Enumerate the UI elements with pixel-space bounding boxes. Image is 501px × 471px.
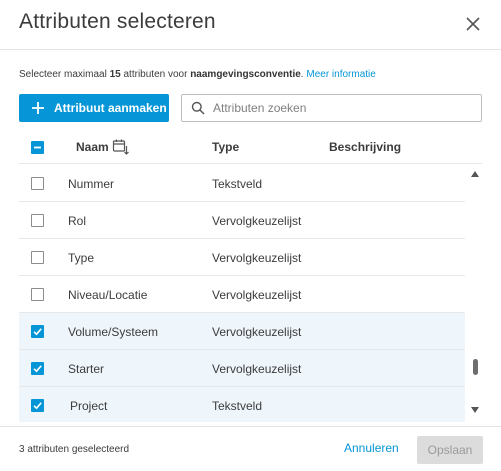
row-name: Project bbox=[70, 399, 108, 413]
table-row[interactable]: Niveau/Locatie Vervolgkeuzelijst bbox=[19, 276, 465, 313]
dialog-description: Selecteer maximaal 15 attributen voor na… bbox=[19, 69, 376, 80]
search-box bbox=[181, 94, 482, 122]
row-checkbox[interactable] bbox=[31, 177, 44, 190]
attribute-select-dialog: Attributen selecteren Selecteer maximaal… bbox=[0, 0, 501, 471]
row-name: Volume/Systeem bbox=[68, 325, 159, 339]
close-icon[interactable] bbox=[464, 15, 482, 33]
desc-middle: attributen voor bbox=[120, 69, 191, 80]
column-header-name[interactable]: Naam bbox=[76, 140, 109, 154]
table-header: Naam Type Beschrijving bbox=[19, 130, 482, 164]
dialog-header: Attributen selecteren bbox=[0, 0, 501, 50]
table-row[interactable]: Type Vervolgkeuzelijst bbox=[19, 239, 465, 276]
column-header-description[interactable]: Beschrijving bbox=[329, 140, 401, 154]
search-input[interactable] bbox=[213, 101, 463, 115]
row-name: Rol bbox=[68, 214, 87, 228]
table-row[interactable]: Nummer Tekstveld bbox=[19, 165, 465, 202]
more-info-link[interactable]: Meer informatie bbox=[306, 69, 375, 80]
dialog-title: Attributen selecteren bbox=[19, 10, 216, 33]
row-type: Tekstveld bbox=[212, 399, 263, 413]
minus-icon bbox=[34, 146, 41, 149]
check-icon bbox=[33, 365, 42, 373]
desc-prefix: Selecteer maximaal bbox=[19, 69, 110, 80]
row-type: Vervolgkeuzelijst bbox=[212, 288, 302, 302]
select-all-checkbox[interactable] bbox=[31, 141, 44, 154]
row-checkbox[interactable] bbox=[31, 362, 44, 375]
calendar-sort-icon[interactable] bbox=[112, 138, 130, 156]
table-row[interactable]: Starter Vervolgkeuzelijst bbox=[19, 350, 465, 387]
table-row[interactable]: Volume/Systeem Vervolgkeuzelijst bbox=[19, 313, 465, 350]
row-checkbox[interactable] bbox=[31, 251, 44, 264]
create-attribute-button[interactable]: Attribuut aanmaken bbox=[19, 94, 169, 122]
row-type: Vervolgkeuzelijst bbox=[212, 362, 302, 376]
table-row[interactable]: Rol Vervolgkeuzelijst bbox=[19, 202, 465, 239]
row-name: Nummer bbox=[68, 177, 115, 191]
scroll-up-icon[interactable] bbox=[471, 171, 479, 177]
row-name: Type bbox=[68, 251, 95, 265]
scrollbar-thumb[interactable] bbox=[473, 359, 478, 375]
row-type: Tekstveld bbox=[212, 177, 263, 191]
plus-icon bbox=[32, 102, 44, 114]
check-icon bbox=[33, 402, 42, 410]
search-icon bbox=[191, 101, 205, 115]
row-name: Starter bbox=[68, 362, 105, 376]
row-type: Vervolgkeuzelijst bbox=[212, 325, 302, 339]
save-button[interactable]: Opslaan bbox=[417, 436, 483, 464]
row-checkbox[interactable] bbox=[31, 214, 44, 227]
list-scrollbar[interactable] bbox=[468, 165, 482, 422]
scroll-down-icon[interactable] bbox=[471, 407, 479, 413]
desc-max-count: 15 bbox=[109, 69, 121, 80]
cancel-button[interactable]: Annuleren bbox=[344, 441, 399, 455]
row-checkbox[interactable] bbox=[31, 325, 44, 338]
row-checkbox[interactable] bbox=[31, 288, 44, 301]
desc-convention: naamgevingsconventie bbox=[190, 69, 301, 80]
dialog-footer: 3 attributen geselecteerd Annuleren Opsl… bbox=[0, 426, 501, 471]
column-header-type[interactable]: Type bbox=[212, 140, 239, 154]
row-type: Vervolgkeuzelijst bbox=[212, 214, 302, 228]
create-attribute-label: Attribuut aanmaken bbox=[54, 101, 167, 115]
row-type: Vervolgkeuzelijst bbox=[212, 251, 302, 265]
attribute-list: Nummer Tekstveld Rol Vervolgkeuzelijst T… bbox=[19, 165, 465, 422]
row-checkbox[interactable] bbox=[31, 399, 44, 412]
check-icon bbox=[33, 328, 42, 336]
table-row[interactable]: Project Tekstveld bbox=[19, 387, 465, 422]
selected-count: 3 attributen geselecteerd bbox=[19, 444, 130, 455]
row-name: Niveau/Locatie bbox=[68, 288, 148, 302]
